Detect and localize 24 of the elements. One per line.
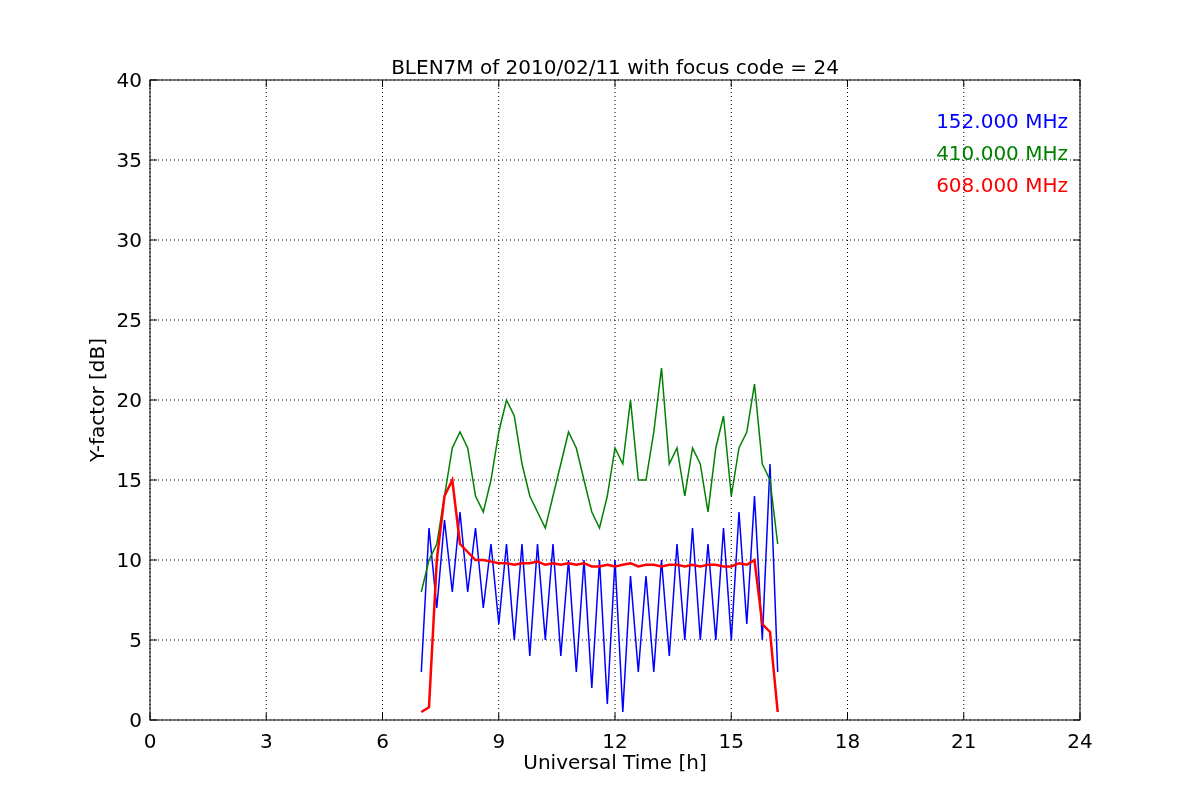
tick-label: 24	[1067, 729, 1093, 753]
tick-label: 25	[116, 308, 142, 332]
tick-label: 21	[951, 729, 977, 753]
tick-label: 35	[116, 148, 142, 172]
tick-label: 0	[129, 708, 142, 732]
legend-label: 608.000 MHz	[936, 173, 1068, 197]
tick-label: 20	[116, 388, 142, 412]
tick-label: 9	[492, 729, 506, 753]
tick-label: 6	[376, 729, 389, 753]
tick-label: 15	[718, 729, 744, 753]
tick-label: 15	[116, 468, 142, 492]
tick-label: 0	[143, 729, 157, 753]
tick-label: 30	[116, 228, 142, 252]
tick-label: 5	[129, 628, 142, 652]
tick-label: 12	[602, 729, 628, 753]
tick-label: 18	[834, 729, 861, 753]
tick-label: 10	[116, 548, 142, 572]
legend-label: 152.000 MHz	[936, 109, 1068, 133]
chart-title: BLEN7M of 2010/02/11 with focus code = 24	[391, 55, 839, 79]
axis-label: Y-factor [dB]	[85, 338, 109, 462]
axis-label: Universal Time [h]	[523, 750, 707, 774]
tick-label: 40	[116, 68, 142, 92]
legend-label: 410.000 MHz	[936, 141, 1068, 165]
tick-label: 3	[259, 729, 273, 753]
